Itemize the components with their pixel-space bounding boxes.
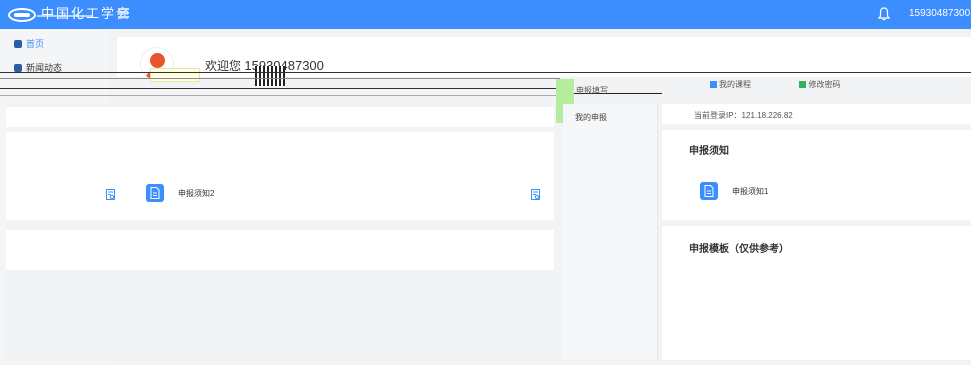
- info-strip: [6, 107, 554, 127]
- main-content: 申报须知2: [6, 104, 554, 360]
- notice-item[interactable]: 申报须知1: [700, 182, 768, 200]
- course-icon: [710, 81, 717, 89]
- render-line: [0, 72, 971, 73]
- notice-section-title: 申报须知: [689, 146, 729, 157]
- divider: [662, 124, 971, 130]
- preview-icon[interactable]: [106, 189, 116, 201]
- notice-item-label: 申报须知1: [732, 186, 769, 196]
- preview-icon[interactable]: [531, 189, 541, 201]
- home-icon: [14, 39, 22, 48]
- news-icon: [14, 63, 22, 72]
- notice-item-label: 申报须知2: [178, 188, 215, 198]
- notice-fill-link[interactable]: 申报填写: [576, 85, 608, 96]
- top-bar: 中国化工学会 15930487300∨: [0, 0, 971, 29]
- template-panel: [6, 230, 554, 270]
- bell-icon[interactable]: [878, 7, 890, 21]
- document-icon: [146, 184, 164, 202]
- my-declaration-link[interactable]: 我的申报: [575, 112, 607, 123]
- sidebar-item-label: 首页: [26, 39, 45, 49]
- render-line: [0, 88, 560, 89]
- login-ip: 当前登录IP：121.18.226.82: [694, 111, 793, 120]
- logo-subtitle-line: [37, 15, 93, 17]
- change-password-link[interactable]: 修改密码: [808, 80, 840, 89]
- render-line: [0, 78, 560, 79]
- divider: [662, 220, 971, 226]
- right-column: 当前登录IP：121.18.226.82 申报须知 申报须知1 申报模板（仅供参…: [662, 104, 971, 360]
- middle-column: 我的申报: [563, 104, 658, 360]
- welcome-prefix: 欢迎您: [205, 59, 242, 73]
- quick-links: 我的课程 修改密码: [710, 79, 900, 93]
- society-logo-icon: [8, 7, 36, 22]
- render-line: [0, 95, 560, 96]
- template-section-title: 申报模板（仅供参考）: [689, 244, 789, 255]
- document-icon: [700, 182, 718, 200]
- password-icon: [799, 81, 807, 89]
- notice-panel: 申报须知2: [6, 132, 554, 220]
- my-course-link[interactable]: 我的课程: [719, 80, 751, 89]
- notice-item[interactable]: 申报须知2: [146, 184, 214, 202]
- barcode-artifact: [255, 66, 285, 86]
- menu-toggle-icon[interactable]: [118, 8, 129, 19]
- user-menu[interactable]: 15930487300∨: [909, 8, 971, 19]
- user-card: 欢迎您 15930487300: [117, 37, 971, 81]
- username-label: 15930487300: [909, 8, 971, 19]
- highlight-box: [150, 68, 200, 82]
- sidebar-item-home[interactable]: 首页: [14, 37, 44, 50]
